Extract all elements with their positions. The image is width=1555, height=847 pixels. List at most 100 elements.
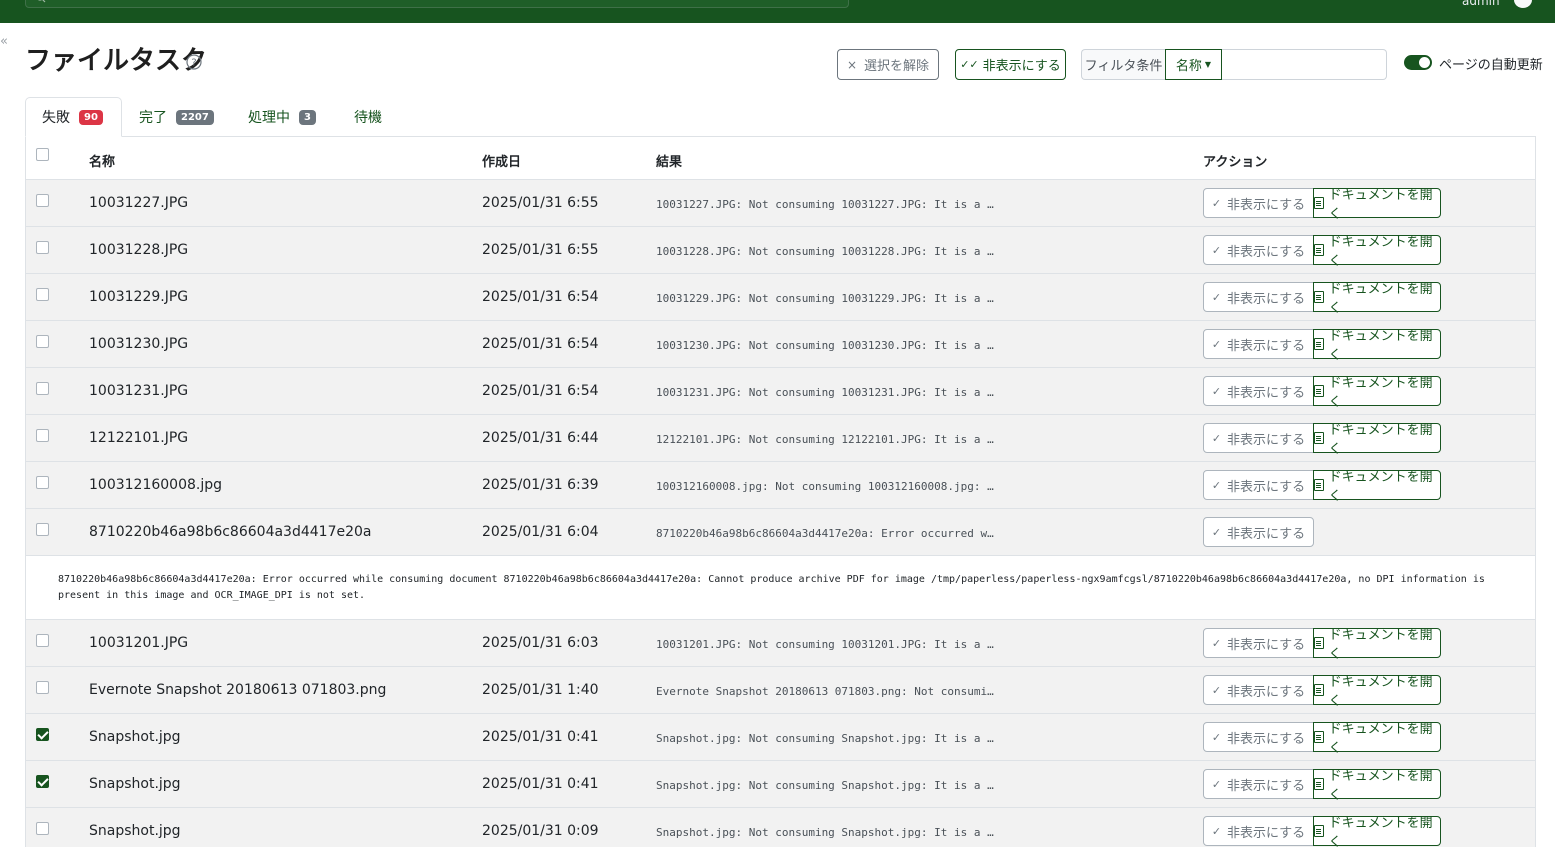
cell-result[interactable]: Snapshot.jpg: Not consuming Snapshot.jpg… (656, 779, 994, 792)
open-document-button[interactable]: ドキュメントを開く (1313, 188, 1441, 222)
row-checkbox[interactable] (36, 476, 49, 489)
dismiss-button[interactable]: ✓ 非表示にする (1203, 470, 1314, 500)
dismiss-button[interactable]: ✓ 非表示にする (1203, 675, 1314, 705)
table-row[interactable]: 12122101.JPG 2025/01/31 6:44 12122101.JPG:… (26, 415, 1535, 462)
cell-name: 12122101.JPG (89, 430, 189, 446)
row-checkbox[interactable] (36, 335, 49, 348)
filter-text-input[interactable] (1222, 49, 1387, 80)
table-row[interactable]: Snapshot.jpg 2025/01/31 0:41 Snapshot.jpg:… (26, 714, 1535, 761)
open-document-label: ドキュメントを開く (1328, 722, 1433, 756)
check-icon: ✓ (1211, 337, 1222, 351)
cell-result[interactable]: 12122101.JPG: Not consuming 12122101.JPG… (656, 433, 994, 446)
row-checkbox[interactable] (36, 429, 49, 442)
tab-failed[interactable]: 失敗 90 (25, 97, 122, 137)
open-document-button[interactable]: ドキュメントを開く (1313, 282, 1441, 316)
cell-result[interactable]: 100312160008.jpg: Not consuming 10031216… (656, 480, 994, 493)
tab-label: 完了 (139, 110, 167, 126)
dismiss-label: 非表示にする (1227, 197, 1306, 213)
tab-processing[interactable]: 処理中 3 (232, 97, 332, 137)
open-document-label: ドキュメントを開く (1328, 188, 1433, 222)
check-icon: ✓ (1211, 683, 1222, 697)
open-document-button[interactable]: ドキュメントを開く (1313, 769, 1441, 803)
hide-selected-button[interactable]: ✓✓ 非表示にする (955, 49, 1066, 80)
table-row[interactable]: 100312160008.jpg 2025/01/31 6:39 100312160… (26, 462, 1535, 509)
cell-result[interactable]: 8710220b46a98b6c86604a3d4417e20a: Error … (656, 527, 994, 540)
cell-result[interactable]: 10031231.JPG: Not consuming 10031231.JPG… (656, 386, 994, 399)
dismiss-button[interactable]: ✓ 非表示にする (1203, 628, 1314, 658)
open-document-button[interactable]: ドキュメントを開く (1313, 235, 1441, 269)
row-checkbox[interactable] (36, 523, 49, 536)
open-document-button[interactable]: ドキュメントを開く (1313, 470, 1441, 504)
sidebar-collapse-icon[interactable]: « (0, 32, 8, 52)
open-document-label: ドキュメントを開く (1328, 628, 1433, 662)
table-row[interactable]: 10031201.JPG 2025/01/31 6:03 10031201.JPG:… (26, 620, 1535, 667)
row-checkbox[interactable] (36, 382, 49, 395)
dismiss-button[interactable]: ✓ 非表示にする (1203, 235, 1314, 265)
user-avatar-icon[interactable] (1514, 0, 1532, 8)
open-document-button[interactable]: ドキュメントを開く (1313, 376, 1441, 410)
cell-result[interactable]: Evernote Snapshot 20180613 071803.png: N… (656, 685, 994, 698)
open-document-label: ドキュメントを開く (1328, 423, 1433, 457)
global-search-input[interactable] (25, 0, 849, 8)
cell-created: 2025/01/31 6:04 (482, 524, 599, 540)
table-row[interactable]: 10031227.JPG 2025/01/31 6:55 10031227.JPG:… (26, 180, 1535, 227)
open-document-button[interactable]: ドキュメントを開く (1313, 675, 1441, 709)
open-document-button[interactable]: ドキュメントを開く (1313, 329, 1441, 363)
help-icon[interactable]: ? (186, 54, 202, 70)
user-menu-label[interactable]: admin (1462, 0, 1500, 8)
auto-refresh-toggle[interactable] (1404, 55, 1432, 70)
cell-result[interactable]: 10031201.JPG: Not consuming 10031201.JPG… (656, 638, 994, 651)
row-checkbox[interactable] (36, 681, 49, 694)
tasks-table: 名称 作成日 結果 アクション 10031227.JPG 2025/01/31 6… (25, 137, 1536, 847)
tab-queued[interactable]: 待機 (338, 97, 398, 137)
cell-result[interactable]: 10031230.JPG: Not consuming 10031230.JPG… (656, 339, 994, 352)
cell-result[interactable]: Snapshot.jpg: Not consuming Snapshot.jpg… (656, 826, 994, 839)
row-checkbox[interactable] (36, 288, 49, 301)
open-document-button[interactable]: ドキュメントを開く (1313, 628, 1441, 662)
tab-complete[interactable]: 完了 2207 (123, 97, 230, 137)
row-checkbox[interactable] (36, 634, 49, 647)
row-checkbox[interactable] (36, 728, 49, 741)
dismiss-button[interactable]: ✓ 非表示にする (1203, 329, 1314, 359)
expanded-error-detail: 8710220b46a98b6c86604a3d4417e20a: Error … (26, 556, 1535, 620)
cell-result[interactable]: 10031228.JPG: Not consuming 10031228.JPG… (656, 245, 994, 258)
open-document-button[interactable]: ドキュメントを開く (1313, 722, 1441, 756)
dismiss-button[interactable]: ✓ 非表示にする (1203, 517, 1314, 547)
table-row[interactable]: 8710220b46a98b6c86604a3d4417e20a 2025/01/… (26, 509, 1535, 556)
cell-name: Snapshot.jpg (89, 776, 181, 792)
dismiss-button[interactable]: ✓ 非表示にする (1203, 282, 1314, 312)
row-checkbox[interactable] (36, 241, 49, 254)
dismiss-button[interactable]: ✓ 非表示にする (1203, 423, 1314, 453)
open-document-label: ドキュメントを開く (1328, 470, 1433, 504)
table-row[interactable]: 10031228.JPG 2025/01/31 6:55 10031228.JPG:… (26, 227, 1535, 274)
table-row[interactable]: 10031229.JPG 2025/01/31 6:54 10031229.JPG:… (26, 274, 1535, 321)
cell-result[interactable]: 10031227.JPG: Not consuming 10031227.JPG… (656, 198, 994, 211)
table-row[interactable]: Snapshot.jpg 2025/01/31 0:41 Snapshot.jpg:… (26, 761, 1535, 808)
table-row[interactable]: 10031231.JPG 2025/01/31 6:54 10031231.JPG:… (26, 368, 1535, 415)
select-all-checkbox[interactable] (36, 148, 49, 161)
row-checkbox[interactable] (36, 194, 49, 207)
cell-result[interactable]: 10031229.JPG: Not consuming 10031229.JPG… (656, 292, 994, 305)
cell-result[interactable]: Snapshot.jpg: Not consuming Snapshot.jpg… (656, 732, 994, 745)
clear-selection-button[interactable]: × 選択を解除 (837, 49, 939, 80)
dismiss-button[interactable]: ✓ 非表示にする (1203, 816, 1314, 846)
open-document-button[interactable]: ドキュメントを開く (1313, 423, 1441, 457)
table-row[interactable]: Snapshot.jpg 2025/01/31 0:09 Snapshot.jpg:… (26, 808, 1535, 847)
row-checkbox[interactable] (36, 775, 49, 788)
error-detail-text: 8710220b46a98b6c86604a3d4417e20a: Error … (58, 574, 1485, 601)
file-text-icon (1314, 197, 1324, 209)
dismiss-button[interactable]: ✓ 非表示にする (1203, 722, 1314, 752)
cell-name: 10031230.JPG (89, 336, 189, 352)
table-row[interactable]: 10031230.JPG 2025/01/31 6:54 10031230.JPG:… (26, 321, 1535, 368)
filter-group: フィルタ条件 名称 ▼ (1081, 49, 1387, 80)
dismiss-button[interactable]: ✓ 非表示にする (1203, 769, 1314, 799)
filter-field-dropdown[interactable]: 名称 ▼ (1165, 49, 1222, 80)
file-text-icon (1314, 684, 1324, 696)
open-document-button[interactable]: ドキュメントを開く (1313, 816, 1441, 847)
file-text-icon (1314, 731, 1324, 743)
table-row[interactable]: Evernote Snapshot 20180613 071803.png 202… (26, 667, 1535, 714)
cell-created: 2025/01/31 0:41 (482, 776, 599, 792)
dismiss-button[interactable]: ✓ 非表示にする (1203, 376, 1314, 406)
dismiss-button[interactable]: ✓ 非表示にする (1203, 188, 1314, 218)
row-checkbox[interactable] (36, 822, 49, 835)
